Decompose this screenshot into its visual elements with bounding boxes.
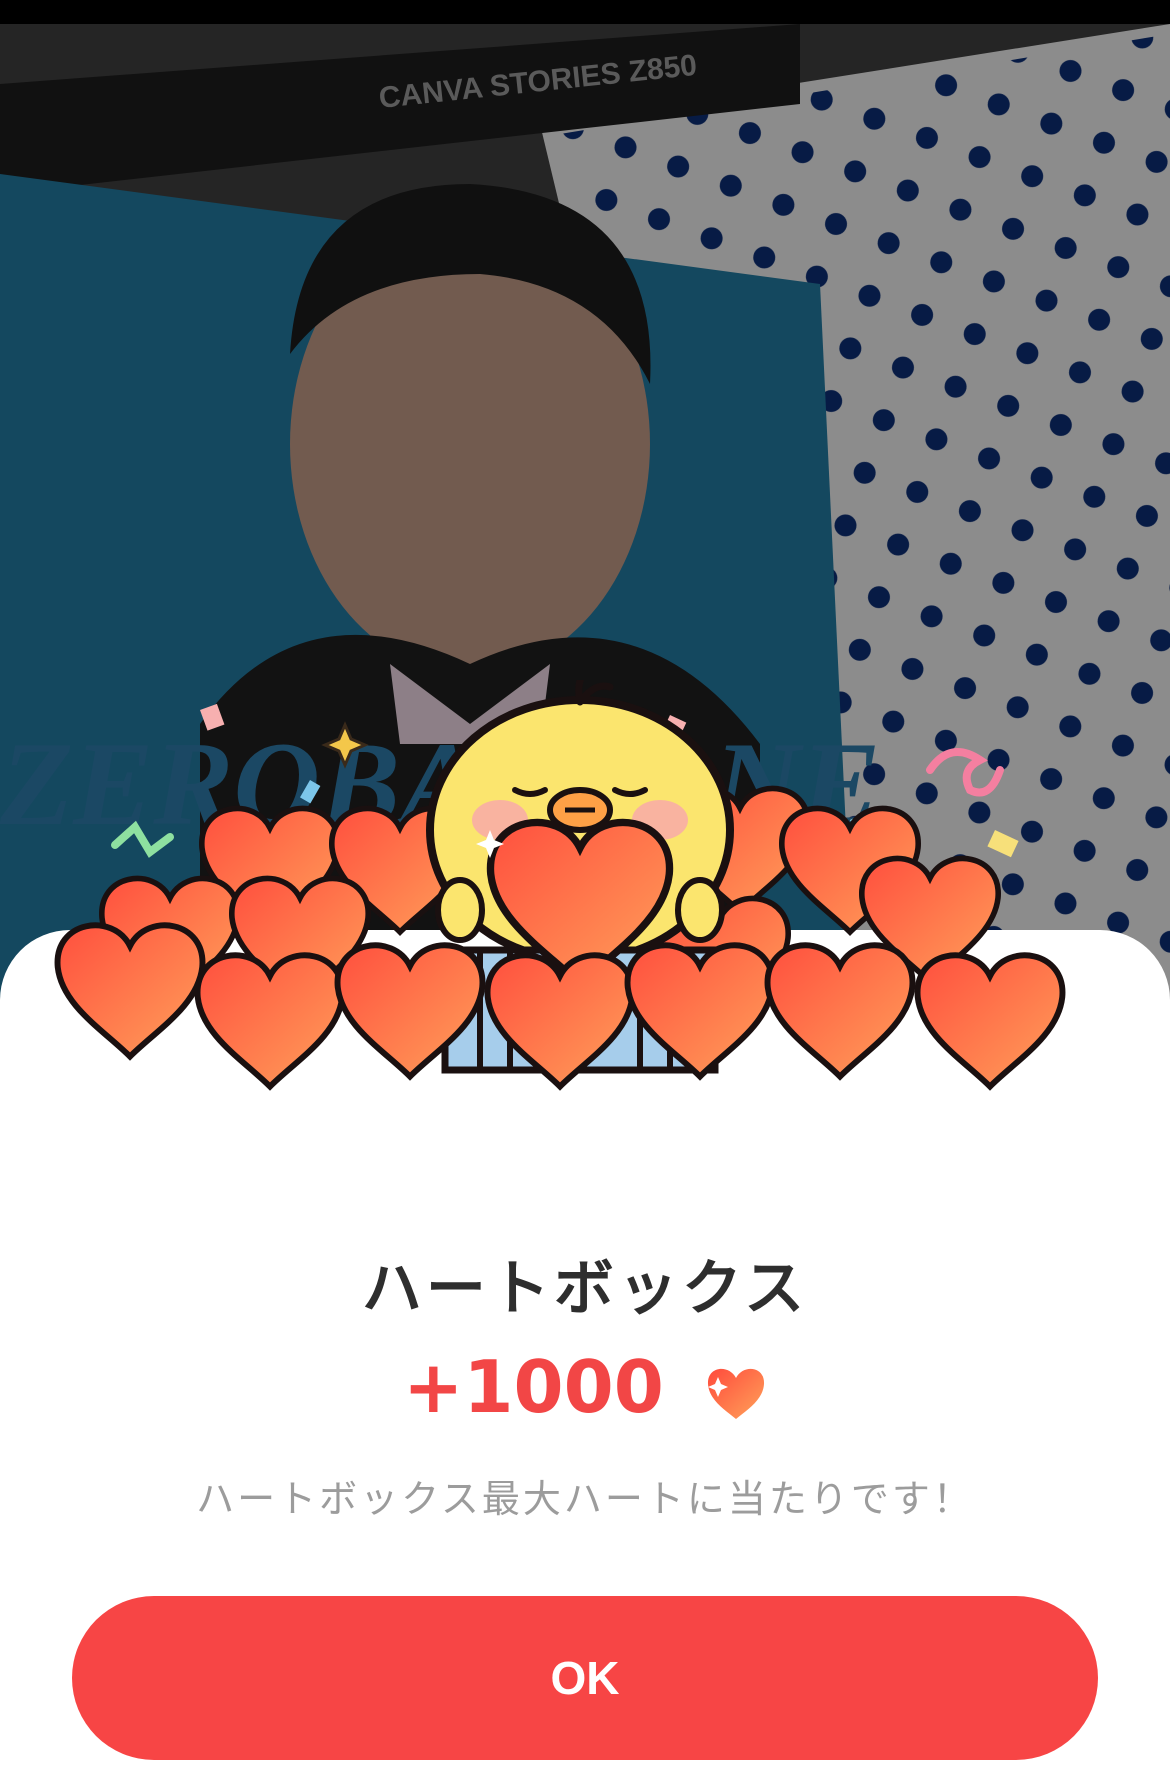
reward-amount: +1000 <box>403 1345 664 1429</box>
heart-box-illustration <box>40 680 1130 1180</box>
status-bar <box>0 0 1170 24</box>
reward-amount-row: +1000 <box>0 1345 1170 1429</box>
ok-button[interactable]: OK <box>72 1596 1098 1760</box>
heart-icon <box>707 1369 764 1420</box>
reward-description: ハートボックス最大ハートに当たりです！ <box>196 1477 974 1521</box>
dialog-title: ハートボックス <box>361 1254 809 1324</box>
